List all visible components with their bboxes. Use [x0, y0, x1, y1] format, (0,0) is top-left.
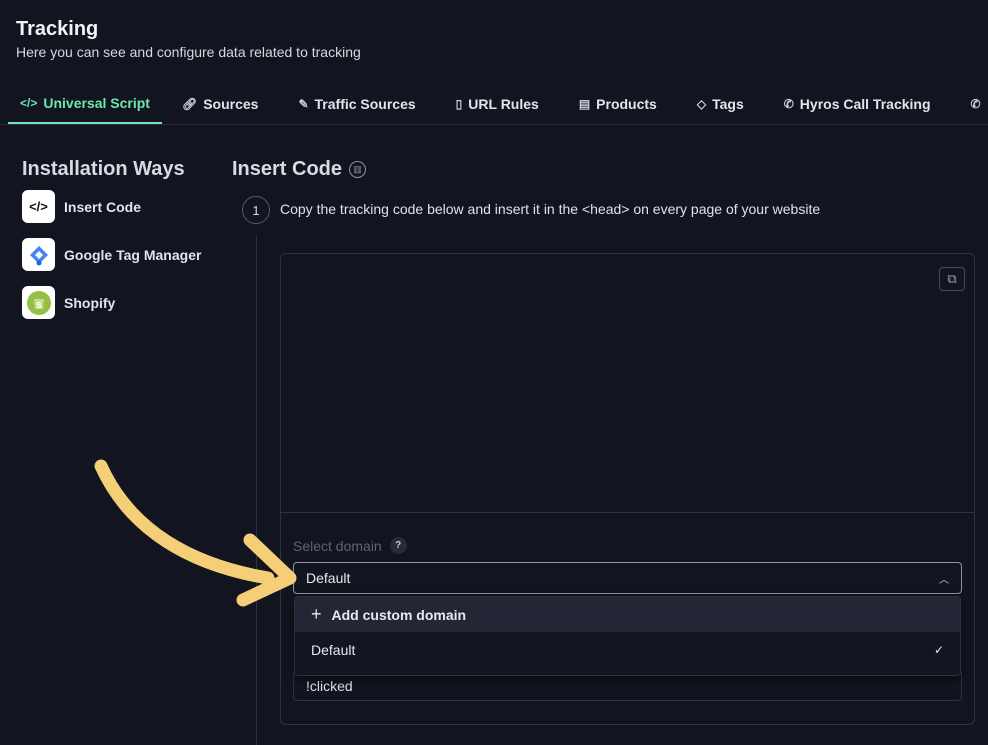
arrow-annotation — [94, 459, 297, 607]
